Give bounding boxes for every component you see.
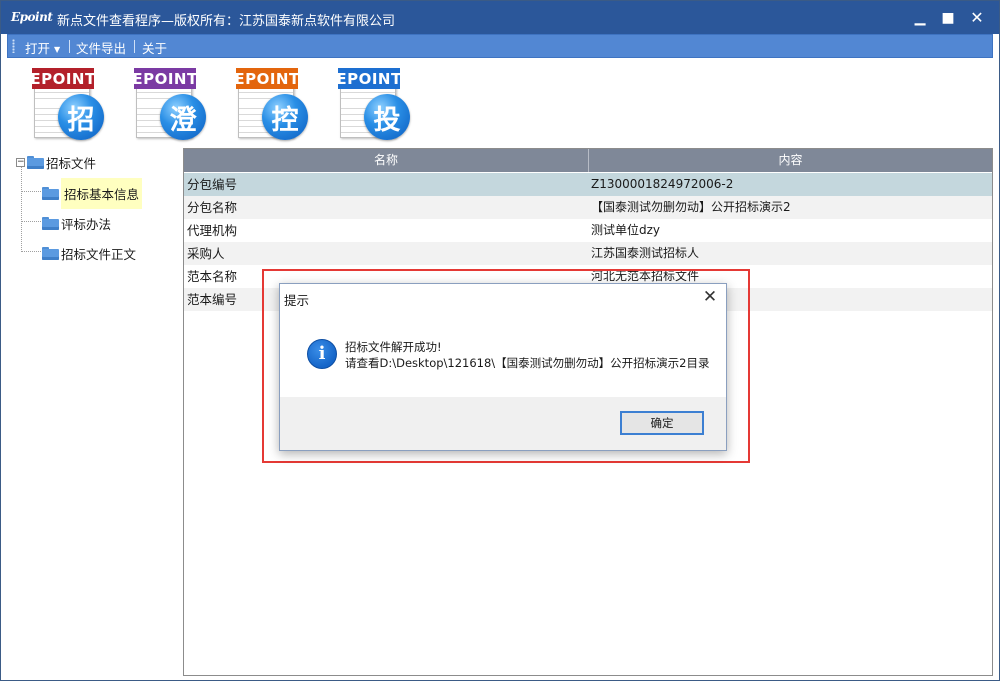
menu-open-label: 打开 xyxy=(25,41,51,56)
info-icon: i xyxy=(307,339,337,369)
tool-cheng-button[interactable]: EPOINT 澄 xyxy=(132,68,214,140)
cell-name: 代理机构 xyxy=(187,223,238,238)
cell-content: 江苏国泰测试招标人 xyxy=(591,246,700,260)
cell-content: 测试单位dzy xyxy=(591,223,661,237)
ok-button[interactable]: 确定 xyxy=(620,411,704,435)
cell-name: 采购人 xyxy=(187,246,225,261)
tool-zhao-button[interactable]: EPOINT 招 xyxy=(30,68,112,140)
window-title: 新点文件查看程序—版权所有：江苏国泰新点软件有限公司 xyxy=(57,14,396,29)
tree-item-basic-info[interactable]: 招标基本信息 xyxy=(42,178,143,209)
epoint-tag: EPOINT xyxy=(336,68,402,89)
dialog-footer: 确定 xyxy=(280,397,726,450)
toolbar: EPOINT 招 EPOINT 澄 EPOINT 控 EPOINT 投 xyxy=(7,58,993,146)
dialog-message: 招标文件解开成功! 请查看D:\Desktop\121618\【国泰测试勿删勿动… xyxy=(345,339,710,371)
tree-item-evaluation[interactable]: 评标办法 xyxy=(42,214,111,233)
table-row[interactable]: 分包编号 Z1300001824972006-2 xyxy=(184,173,992,196)
grip-handle-icon xyxy=(12,39,15,53)
tree-connector xyxy=(21,251,41,252)
epoint-tag: EPOINT xyxy=(30,68,96,89)
maximize-button[interactable]: ■ xyxy=(933,1,963,34)
column-header-content[interactable]: 内容 xyxy=(589,149,992,172)
column-header-name[interactable]: 名称 xyxy=(184,149,589,172)
dropdown-arrow-icon: ▼ xyxy=(54,45,61,54)
dialog-message-line: 请查看D:\Desktop\121618\【国泰测试勿删勿动】公开招标演示2目录 xyxy=(345,356,710,370)
folder-icon xyxy=(27,156,44,169)
table-row[interactable]: 代理机构 测试单位dzy xyxy=(184,219,992,242)
menu-separator xyxy=(134,40,135,53)
tree-root-item[interactable]: − 招标文件 xyxy=(16,153,96,172)
table-row[interactable]: 采购人 江苏国泰测试招标人 xyxy=(184,242,992,265)
collapse-icon[interactable]: − xyxy=(16,158,25,167)
menu-open[interactable]: 打开 ▼ xyxy=(25,38,60,57)
file-tree: − 招标文件 招标基本信息 评标办法 招标文件正文 xyxy=(7,146,182,676)
tool-kong-button[interactable]: EPOINT 控 xyxy=(234,68,316,140)
tree-connector xyxy=(21,221,41,222)
folder-icon xyxy=(42,247,59,260)
folder-icon xyxy=(42,187,59,200)
tree-root-label: 招标文件 xyxy=(46,156,97,171)
table-row[interactable]: 分包名称 【国泰测试勿删勿动】公开招标演示2 xyxy=(184,196,992,219)
tree-item-label: 评标办法 xyxy=(61,217,112,232)
menu-separator xyxy=(69,40,70,53)
zhao-icon: 招 xyxy=(58,94,104,140)
tree-item-label: 招标基本信息 xyxy=(61,178,143,209)
tree-connector xyxy=(21,167,22,252)
menu-export[interactable]: 文件导出 xyxy=(76,38,126,57)
dialog-title: 提示 xyxy=(284,293,310,308)
cell-name: 分包编号 xyxy=(187,177,238,192)
message-dialog: 提示 ✕ i 招标文件解开成功! 请查看D:\Desktop\121618\【国… xyxy=(279,283,727,451)
epoint-tag: EPOINT xyxy=(132,68,198,89)
app-logo: Epoint xyxy=(11,10,53,24)
menu-bar: 打开 ▼ 文件导出 关于 xyxy=(7,34,993,58)
menu-about[interactable]: 关于 xyxy=(142,38,167,57)
dialog-close-button[interactable]: ✕ xyxy=(698,286,722,308)
dialog-message-line: 招标文件解开成功! xyxy=(345,340,442,354)
tree-connector xyxy=(21,191,41,192)
kong-icon: 控 xyxy=(262,94,308,140)
cheng-icon: 澄 xyxy=(160,94,206,140)
epoint-tag: EPOINT xyxy=(234,68,300,89)
tool-tou-button[interactable]: EPOINT 投 xyxy=(336,68,418,140)
cell-name: 分包名称 xyxy=(187,200,238,215)
cell-content: 【国泰测试勿删勿动】公开招标演示2 xyxy=(591,200,791,214)
title-bar: Epoint 新点文件查看程序—版权所有：江苏国泰新点软件有限公司 ▁ ■ ✕ xyxy=(1,1,999,34)
tree-item-label: 招标文件正文 xyxy=(61,247,137,262)
tou-icon: 投 xyxy=(364,94,410,140)
close-window-button[interactable]: ✕ xyxy=(962,1,992,34)
tree-item-body[interactable]: 招标文件正文 xyxy=(42,244,136,263)
minimize-button[interactable]: ▁ xyxy=(905,1,935,34)
grid-header: 名称 内容 xyxy=(184,149,992,172)
cell-content: Z1300001824972006-2 xyxy=(591,177,734,191)
folder-icon xyxy=(42,217,59,230)
